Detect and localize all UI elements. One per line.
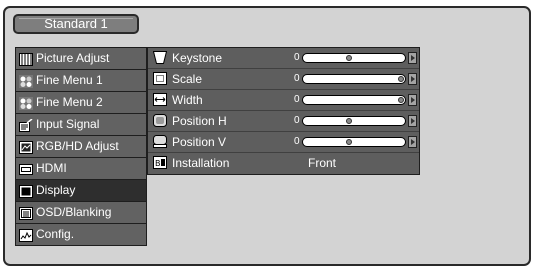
position-h-icon (153, 114, 167, 127)
setting-row-scale[interactable]: Scale 0 (148, 69, 419, 90)
position-v-icon (153, 135, 167, 148)
picture-adjust-icon (19, 52, 33, 66)
sidebar-item-display[interactable]: Display (15, 180, 147, 202)
keystone-slider[interactable] (302, 53, 406, 63)
setting-label: Scale (172, 72, 203, 86)
osd-blanking-icon (19, 206, 33, 220)
sidebar-item-osd-blanking[interactable]: OSD/Blanking (15, 202, 147, 224)
sidebar-item-input-signal[interactable]: Input Signal (15, 114, 147, 136)
position-v-slider[interactable] (302, 137, 406, 147)
installation-value[interactable]: Front (308, 153, 336, 173)
sidebar-item-label: Config. (36, 227, 75, 241)
osd-menu-window: Standard 1 Picture Adjust Fine Menu 1 Fi… (3, 6, 531, 266)
hdmi-icon (19, 162, 33, 175)
slider-min-label: 0 (294, 94, 300, 105)
setting-label: Keystone (172, 51, 223, 65)
sidebar-item-label: Fine Menu 2 (36, 95, 103, 109)
sidebar-item-hdmi[interactable]: HDMI (15, 158, 147, 180)
arrow-right-icon[interactable] (408, 136, 417, 148)
sidebar-item-label: HDMI (36, 161, 67, 175)
setting-row-keystone[interactable]: Keystone 0 (148, 48, 419, 69)
sidebar-item-label: OSD/Blanking (36, 205, 112, 219)
tab-standard-1[interactable]: Standard 1 (13, 14, 139, 34)
slider-knob[interactable] (346, 55, 353, 61)
slider-knob[interactable] (346, 118, 353, 124)
arrow-right-icon[interactable] (408, 115, 417, 127)
sidebar-item-label: Picture Adjust (36, 51, 110, 65)
sidebar-item-picture-adjust[interactable]: Picture Adjust (15, 48, 147, 70)
sidebar: Picture Adjust Fine Menu 1 Fine Menu 2 I… (15, 47, 147, 246)
setting-row-position-v[interactable]: Position V 0 (148, 132, 419, 153)
position-h-slider[interactable] (302, 116, 406, 126)
sidebar-item-label: Display (36, 183, 76, 197)
sidebar-item-label: RGB/HD Adjust (36, 139, 119, 153)
fine-menu-icon (19, 96, 33, 110)
config-icon (19, 228, 33, 242)
slider-min-label: 0 (294, 73, 300, 84)
sidebar-item-label: Fine Menu 1 (36, 73, 103, 87)
rgb-hd-icon (19, 140, 33, 154)
display-settings-panel: Keystone 0 Scale 0 Width 0 Position H 0 … (147, 47, 420, 175)
sidebar-item-rgb-hd-adjust[interactable]: RGB/HD Adjust (15, 136, 147, 158)
setting-row-width[interactable]: Width 0 (148, 90, 419, 111)
scale-icon (153, 72, 167, 85)
width-icon (153, 93, 167, 106)
sidebar-item-config[interactable]: Config. (15, 224, 147, 246)
fine-menu-icon (19, 74, 33, 88)
setting-row-position-h[interactable]: Position H 0 (148, 111, 419, 132)
setting-label: Installation (172, 156, 230, 170)
setting-row-installation[interactable]: B Installation Front (148, 153, 419, 174)
slider-knob[interactable] (398, 76, 404, 82)
installation-icon: B (153, 156, 167, 169)
setting-label: Position V (172, 135, 227, 149)
input-signal-icon (19, 118, 33, 132)
slider-knob[interactable] (346, 139, 353, 145)
slider-min-label: 0 (294, 52, 300, 63)
sidebar-item-fine-menu-1[interactable]: Fine Menu 1 (15, 70, 147, 92)
slider-knob[interactable] (398, 97, 404, 103)
keystone-icon (152, 51, 168, 64)
sidebar-item-fine-menu-2[interactable]: Fine Menu 2 (15, 92, 147, 114)
slider-min-label: 0 (294, 115, 300, 126)
sidebar-item-label: Input Signal (36, 117, 100, 131)
width-slider[interactable] (302, 95, 406, 105)
svg-text:B: B (155, 159, 161, 168)
arrow-right-icon[interactable] (408, 94, 417, 106)
scale-slider[interactable] (302, 74, 406, 84)
display-icon (19, 184, 33, 198)
arrow-right-icon[interactable] (408, 73, 417, 85)
setting-label: Width (172, 93, 203, 107)
slider-min-label: 0 (294, 136, 300, 147)
arrow-right-icon[interactable] (408, 52, 417, 64)
setting-label: Position H (172, 114, 227, 128)
